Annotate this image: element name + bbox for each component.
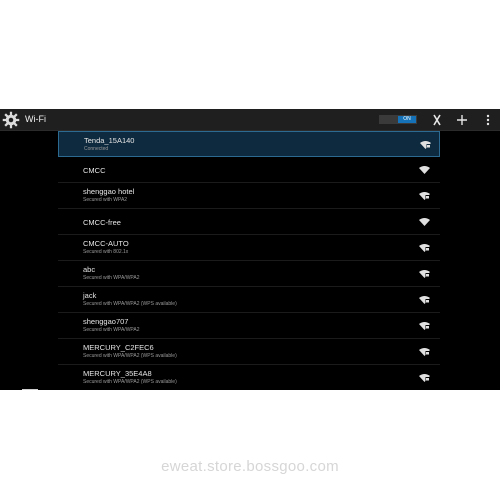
action-bar: Wi-Fi ON [0, 109, 500, 131]
wifi-settings-screen: Wi-Fi ON Tenda_15A140 Connected CMCC she… [0, 109, 500, 390]
wifi-lock-icon [420, 141, 431, 149]
network-ssid: jack [83, 291, 97, 300]
wifi-icon [419, 166, 430, 174]
network-ssid: CMCC-free [83, 218, 121, 227]
network-row-shenggao-hotel[interactable]: shenggao hotel Secured with WPA2 [58, 183, 440, 209]
scroll-indicator [22, 389, 38, 390]
wifi-icon [419, 218, 430, 226]
network-ssid: CMCC [83, 166, 106, 175]
network-status: Secured with WPA/WPA2 (WPS available) [83, 353, 177, 359]
watermark: eweat.store.bossgoo.com [161, 458, 339, 475]
network-ssid: MERCURY_35E4A8 [83, 369, 152, 378]
wifi-toggle[interactable]: ON [379, 115, 417, 124]
wifi-lock-icon [419, 296, 430, 304]
network-status: Secured with WPA/WPA2 [83, 275, 140, 281]
network-status: Secured with 802.1x [83, 249, 129, 255]
wifi-lock-icon [419, 270, 430, 278]
network-status: Secured with WPA/WPA2 [83, 327, 140, 333]
settings-gear-icon[interactable] [2, 111, 20, 129]
wifi-lock-icon [419, 244, 430, 252]
page-title: Wi-Fi [25, 114, 46, 124]
wps-icon[interactable] [430, 113, 444, 127]
network-row-tenda[interactable]: Tenda_15A140 Connected [58, 131, 440, 157]
network-ssid: shenggao707 [83, 317, 129, 326]
network-status: Secured with WPA/WPA2 (WPS available) [83, 379, 177, 385]
network-row-cmcc-auto[interactable]: CMCC-AUTO Secured with 802.1x [58, 235, 440, 261]
add-network-icon[interactable] [455, 113, 469, 127]
network-ssid: Tenda_15A140 [84, 136, 135, 145]
network-row-mercury-35e4a8[interactable]: MERCURY_35E4A8 Secured with WPA/WPA2 (WP… [58, 365, 440, 390]
network-ssid: abc [83, 265, 96, 274]
network-ssid: CMCC-AUTO [83, 239, 129, 248]
network-row-cmcc-free[interactable]: CMCC-free [58, 209, 440, 235]
toggle-on-label: ON [398, 116, 416, 123]
network-list: Tenda_15A140 Connected CMCC shenggao hot… [58, 131, 440, 390]
wifi-lock-icon [419, 348, 430, 356]
network-status: Connected [84, 146, 109, 152]
network-row-cmcc[interactable]: CMCC [58, 157, 440, 183]
overflow-menu-icon[interactable] [481, 113, 495, 127]
network-row-mercury-c2fec6[interactable]: MERCURY_C2FEC6 Secured with WPA/WPA2 (WP… [58, 339, 440, 365]
wifi-lock-icon [419, 192, 430, 200]
wifi-lock-icon [419, 374, 430, 382]
network-ssid: MERCURY_C2FEC6 [83, 343, 154, 352]
network-status: Secured with WPA/WPA2 (WPS available) [83, 301, 177, 307]
network-ssid: shenggao hotel [83, 187, 135, 196]
wifi-lock-icon [419, 322, 430, 330]
network-row-jack[interactable]: jack Secured with WPA/WPA2 (WPS availabl… [58, 287, 440, 313]
network-row-shenggao707[interactable]: shenggao707 Secured with WPA/WPA2 [58, 313, 440, 339]
network-status: Secured with WPA2 [83, 197, 128, 203]
network-row-abc[interactable]: abc Secured with WPA/WPA2 [58, 261, 440, 287]
